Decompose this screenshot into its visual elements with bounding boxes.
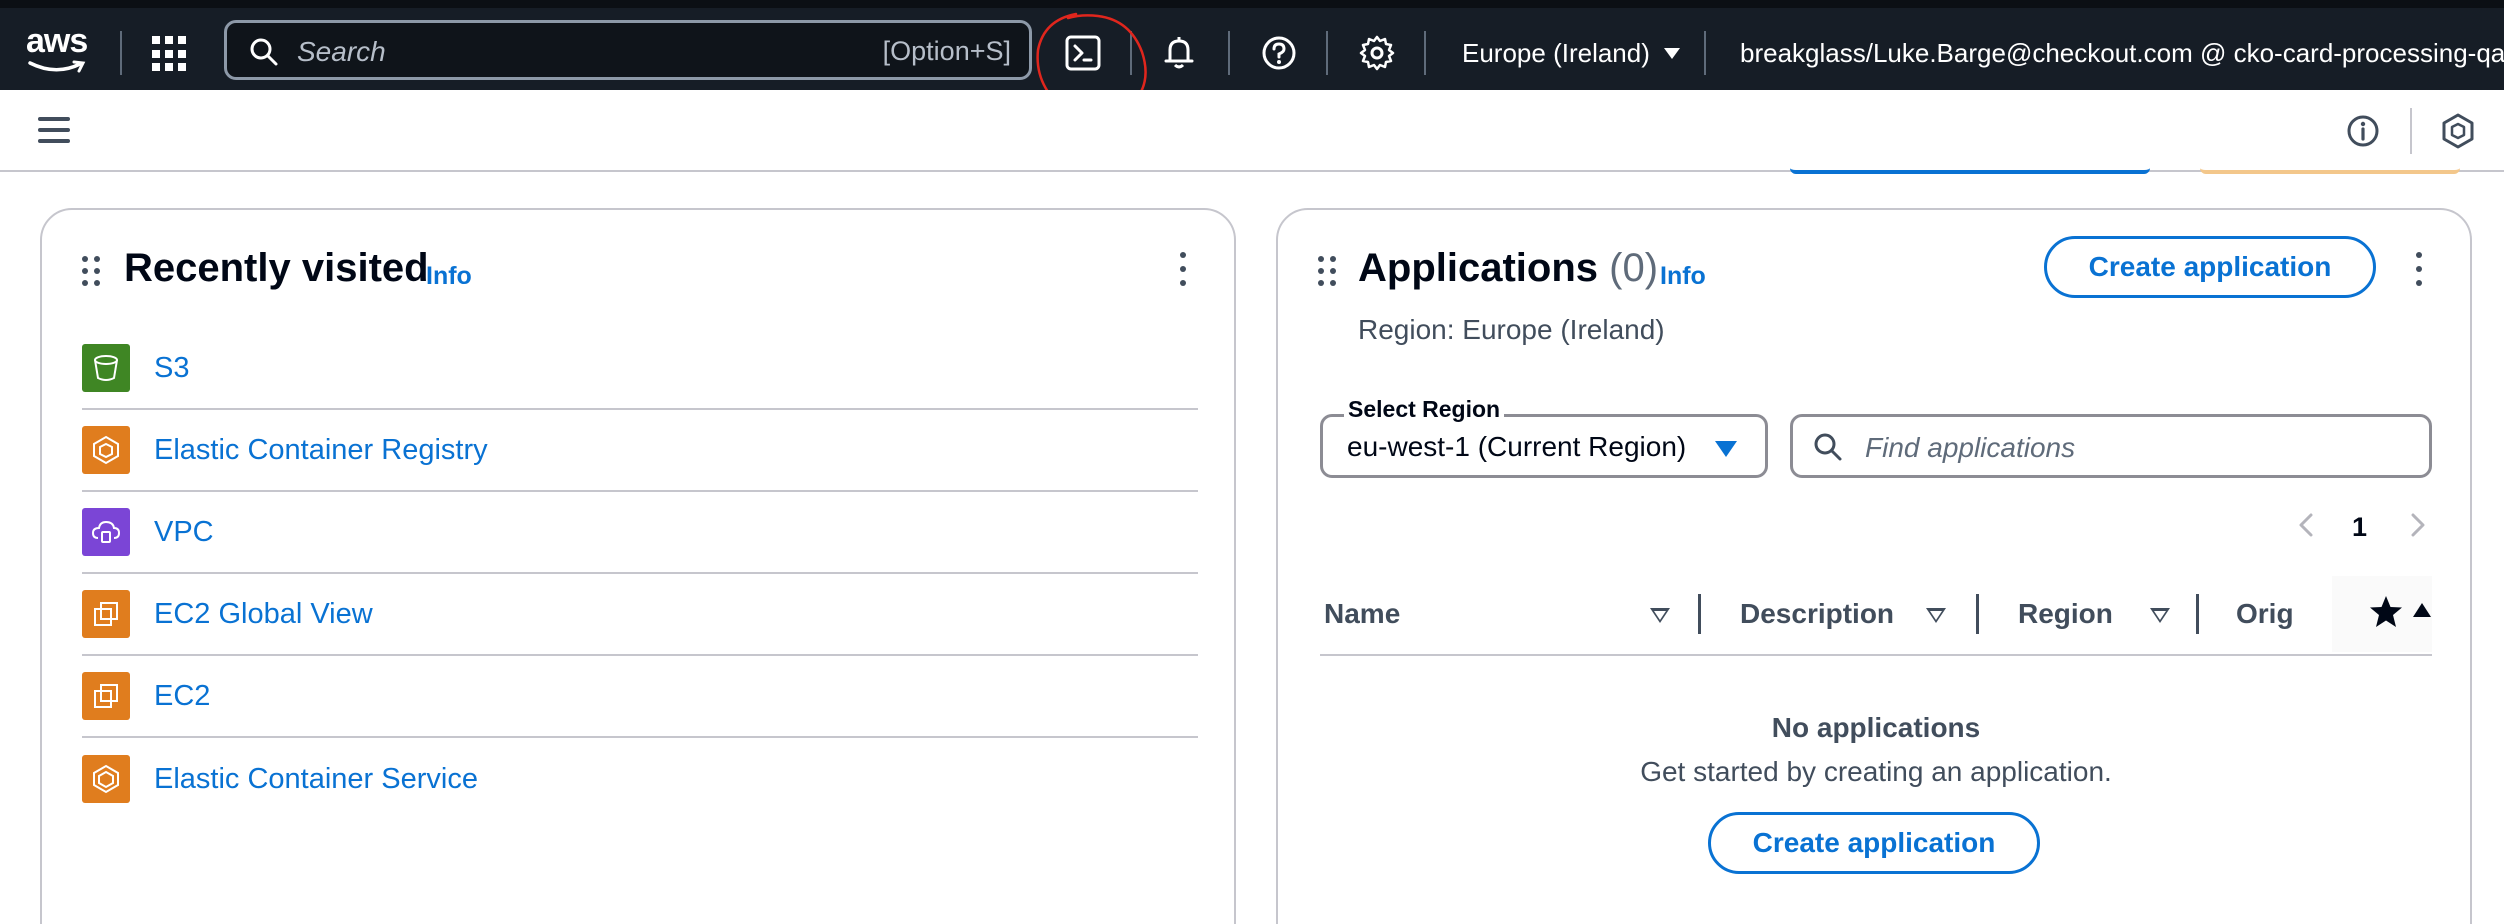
ecr-icon — [82, 426, 130, 474]
list-item[interactable]: Elastic Container Registry — [82, 410, 1198, 492]
pagination: 1 — [2290, 508, 2440, 548]
chevron-left-icon[interactable] — [2298, 512, 2314, 538]
account-menu[interactable]: breakglass/Luke.Barge@checkout.com @ cko… — [1740, 38, 2504, 69]
drag-handle-icon[interactable] — [82, 256, 100, 286]
widget-title: Applications (0) — [1358, 246, 1659, 290]
region-select[interactable]: eu-west-1 (Current Region) — [1320, 414, 1768, 478]
list-item[interactable]: VPC — [82, 492, 1198, 574]
service-link[interactable]: EC2 Global View — [154, 598, 373, 631]
service-link[interactable]: S3 — [154, 352, 189, 385]
bell-icon[interactable] — [1160, 34, 1198, 72]
partial-button-orange — [2200, 168, 2460, 174]
application-count: (0) — [1609, 246, 1659, 290]
subbar-divider — [2410, 108, 2412, 154]
column-header-region[interactable]: Region — [2018, 598, 2113, 630]
ec2-icon — [82, 672, 130, 720]
info-link[interactable]: Info — [426, 262, 472, 291]
select-region-label: Select Region — [1344, 396, 1505, 423]
chevron-right-icon[interactable] — [2410, 512, 2426, 538]
nav-divider — [1704, 31, 1706, 75]
menu-icon[interactable] — [38, 117, 70, 143]
sort-ascending-icon[interactable] — [2412, 602, 2432, 618]
s3-bucket-icon — [82, 344, 130, 392]
ecs-icon — [82, 755, 130, 803]
partial-button-blue — [1790, 168, 2150, 174]
list-item[interactable]: S3 — [82, 328, 1198, 410]
nav-divider — [1130, 31, 1132, 75]
info-circle-icon[interactable] — [2346, 114, 2380, 148]
favorites-column-header — [2332, 576, 2432, 652]
info-link[interactable]: Info — [1660, 262, 1706, 291]
list-item[interactable]: Elastic Container Service — [82, 738, 1198, 820]
region-selector[interactable]: Europe (Ireland) — [1462, 38, 1680, 69]
find-applications-input[interactable]: Find applications — [1790, 414, 2432, 478]
list-item[interactable]: EC2 Global View — [82, 574, 1198, 656]
recently-visited-widget: Recently visited Info S3 Elastic Contain… — [40, 208, 1236, 924]
help-icon[interactable] — [1260, 34, 1298, 72]
nav-divider — [1228, 31, 1230, 75]
top-navigation: aws Search [Option+S] Europe (Ireland) b… — [0, 0, 2504, 90]
cloudshell-icon[interactable] — [1064, 34, 1102, 72]
drag-handle-icon[interactable] — [1318, 256, 1336, 286]
ec2-global-view-icon — [82, 590, 130, 638]
search-placeholder: Search — [297, 36, 386, 67]
more-actions-icon[interactable] — [2414, 252, 2424, 286]
service-link[interactable]: EC2 — [154, 680, 210, 713]
table-header: Name Description Region Orig — [1320, 576, 2432, 656]
aws-smile-icon — [28, 60, 86, 73]
caret-down-icon — [1663, 48, 1680, 59]
sort-icon[interactable] — [2150, 608, 2170, 623]
empty-state-description: Get started by creating an application. — [1640, 756, 2112, 787]
column-header-description[interactable]: Description — [1740, 598, 1894, 630]
hexagon-icon[interactable] — [2440, 112, 2476, 150]
service-link[interactable]: Elastic Container Service — [154, 763, 478, 796]
search-input[interactable]: Search [Option+S] — [224, 20, 1032, 80]
column-header-origin[interactable]: Orig — [2236, 598, 2294, 630]
aws-logo[interactable]: aws — [26, 22, 94, 78]
column-resizer[interactable] — [2196, 594, 2199, 634]
apps-grid-icon[interactable] — [152, 36, 188, 72]
empty-state-title: No applications — [1771, 712, 1981, 743]
gear-icon[interactable] — [1358, 34, 1396, 72]
vpc-icon — [82, 508, 130, 556]
column-resizer[interactable] — [1698, 594, 1701, 634]
column-header-name[interactable]: Name — [1324, 598, 1400, 630]
search-icon — [1814, 433, 1842, 461]
search-shortcut: [Option+S] — [882, 36, 1011, 66]
sort-icon[interactable] — [1650, 608, 1670, 623]
recently-visited-list: S3 Elastic Container Registry VPC EC2 Gl… — [82, 328, 1198, 820]
list-item[interactable]: EC2 — [82, 656, 1198, 738]
nav-divider — [1424, 31, 1426, 75]
sort-icon[interactable] — [1926, 608, 1946, 623]
nav-divider — [1326, 31, 1328, 75]
create-application-empty-button[interactable]: Create application — [1708, 812, 2040, 874]
caret-down-icon — [1715, 441, 1737, 457]
service-link[interactable]: VPC — [154, 516, 214, 549]
applications-widget: Applications (0) Info Create application… — [1276, 208, 2472, 924]
search-icon — [250, 38, 278, 66]
more-actions-icon[interactable] — [1178, 252, 1188, 286]
page-number[interactable]: 1 — [2352, 512, 2367, 543]
widget-title: Recently visited — [124, 246, 429, 290]
column-resizer[interactable] — [1976, 594, 1979, 634]
service-link[interactable]: Elastic Container Registry — [154, 434, 488, 467]
star-icon[interactable] — [2368, 594, 2404, 630]
region-label: Region: Europe (Ireland) — [1358, 314, 1665, 345]
nav-divider — [120, 31, 122, 75]
create-application-button[interactable]: Create application — [2044, 236, 2376, 298]
console-subbar — [0, 90, 2504, 172]
